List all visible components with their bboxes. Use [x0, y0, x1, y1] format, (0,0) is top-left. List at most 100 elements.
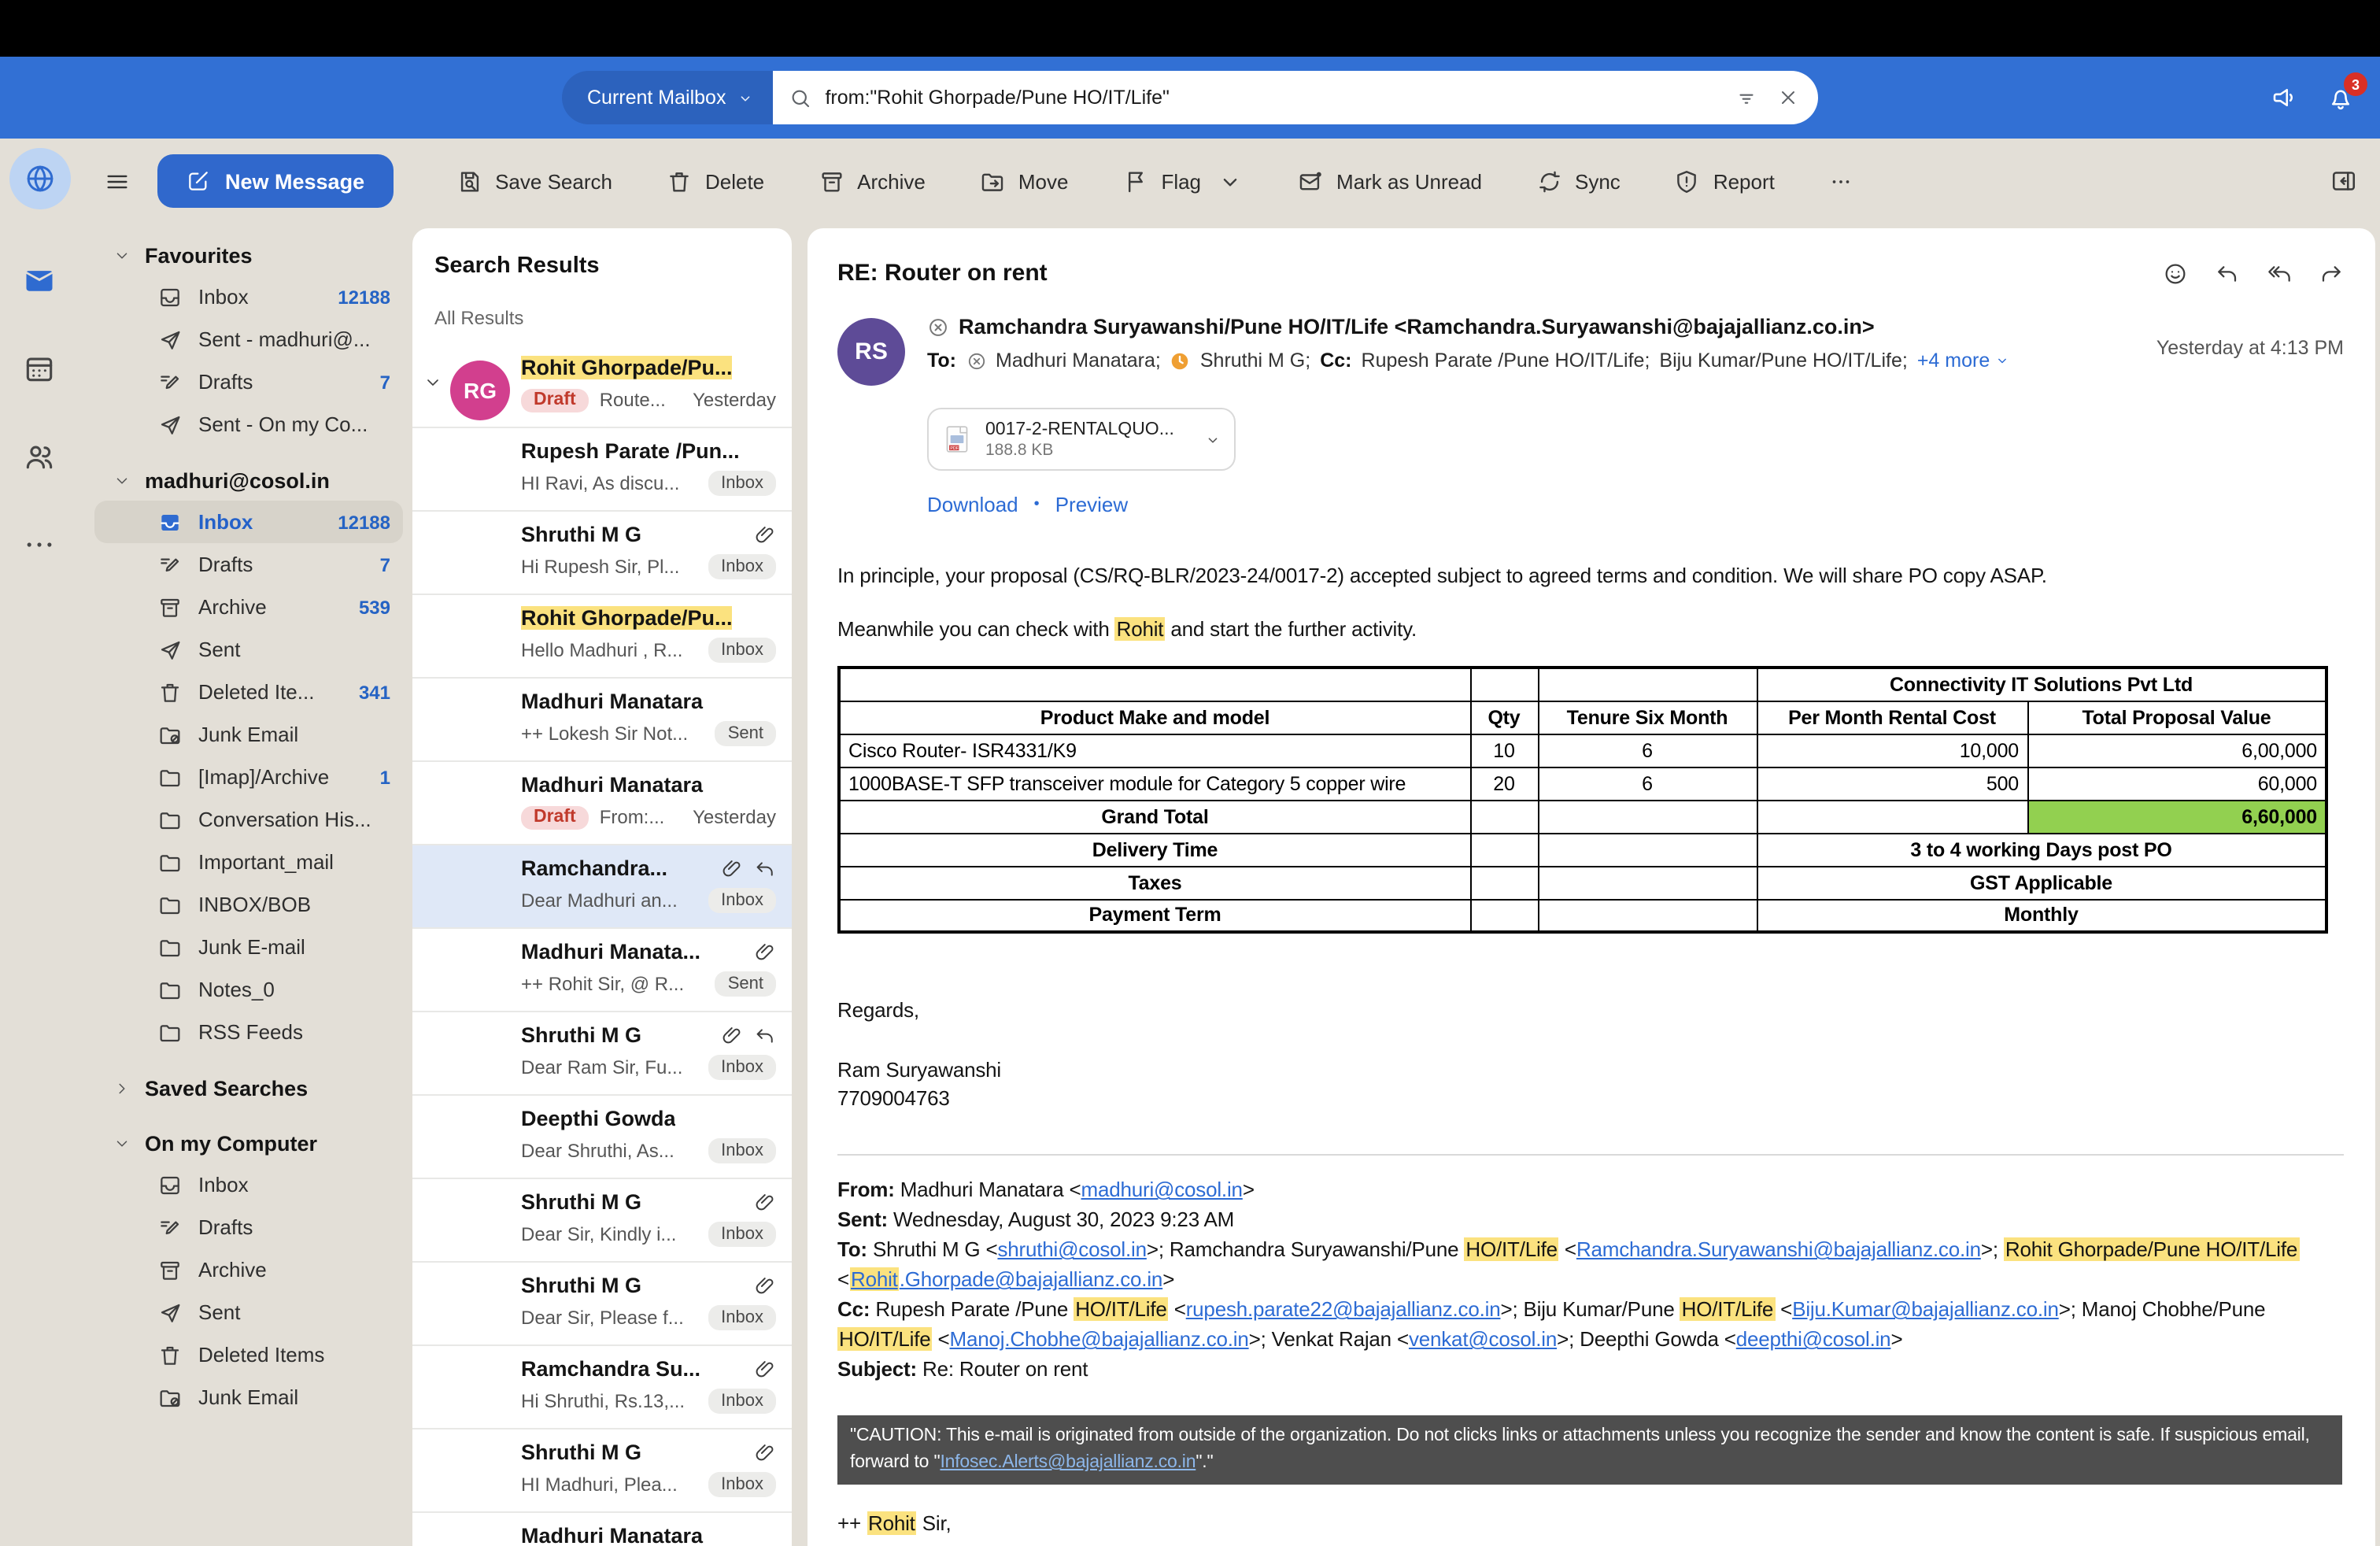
notifications-bell-icon[interactable]: 3 [2326, 83, 2355, 112]
toolbar-sync-button[interactable]: Sync [1536, 168, 1621, 194]
search-input[interactable] [825, 87, 1722, 109]
message-list-item[interactable]: Madhuri Manatara++ Lokesh Sir Not...Sent [412, 677, 792, 760]
sidebar-item-deleted-ite-[interactable]: Deleted Ite...341 [94, 671, 403, 713]
mailbox-scope-selector[interactable]: Current Mailbox [562, 71, 773, 124]
email-link[interactable]: Rohit [849, 1267, 900, 1291]
sidebar-item-archive[interactable]: Archive [94, 1248, 403, 1291]
message-list-item[interactable]: Shruthi M GDear Sir, Please f...Inbox [412, 1261, 792, 1344]
email-link[interactable]: Ramchandra.Suryawanshi@bajajallianz.co.i… [1576, 1237, 1981, 1261]
sidebar-item-junk-email[interactable]: Junk Email [94, 713, 403, 756]
search-bar[interactable] [773, 71, 1818, 124]
download-link[interactable]: Download [927, 493, 1018, 516]
message-row-top: Shruthi M G [521, 1274, 776, 1297]
email-link[interactable]: madhuri@cosol.in [1081, 1178, 1243, 1201]
email-link[interactable]: deepthi@cosol.in [1736, 1327, 1891, 1351]
sidebar-section-madhuri-cosol-in[interactable]: madhuri@cosol.in [94, 461, 403, 501]
email-link[interactable]: +4 more [1917, 350, 2010, 372]
sidebar-item-inbox[interactable]: Inbox12188 [94, 501, 403, 543]
toolbar-save-search-button[interactable]: Save Search [456, 168, 612, 194]
attachment-chip[interactable]: PDF 0017-2-RENTALQUO... 188.8 KB [927, 408, 1236, 471]
email-link[interactable]: Manoj.Chobhe@bajajallianz.co.in [950, 1327, 1249, 1351]
message-preview: Dear Shruthi, As... [521, 1140, 674, 1162]
sidebar-item-junk-email[interactable]: Junk Email [94, 1376, 403, 1418]
toolbar-delete-button[interactable]: Delete [666, 168, 764, 194]
sidebar-item-sent-madhuri-[interactable]: Sent - madhuri@... [94, 318, 403, 361]
sidebar-item-rss-feeds[interactable]: RSS Feeds [94, 1011, 403, 1053]
new-message-button[interactable]: New Message [157, 154, 393, 208]
message-list-item[interactable]: Ramchandra...Dear Madhuri an...Inbox [412, 844, 792, 927]
sidebar-item-sent-on-my-co-[interactable]: Sent - On my Co... [94, 403, 403, 446]
forward-icon[interactable] [2319, 261, 2344, 286]
sidebar-item-drafts[interactable]: Drafts [94, 1206, 403, 1248]
message-preview: ++ Lokesh Sir Not... [521, 723, 688, 745]
attachment-options-icon[interactable] [1204, 431, 1221, 448]
message-list-item[interactable]: Madhuri ManataraDraftFrom:...Yesterday [412, 760, 792, 844]
message-list-item[interactable]: Ramchandra Su...Hi Shruthi, Rs.13,...Inb… [412, 1344, 792, 1428]
email-link[interactable]: venkat@cosol.in [1409, 1327, 1557, 1351]
sidebar-item-sent[interactable]: Sent [94, 628, 403, 671]
folder-icon [157, 807, 183, 832]
sidebar-item-inbox-bob[interactable]: INBOX/BOB [94, 883, 403, 926]
toolbar-more-button[interactable] [1828, 168, 1855, 194]
toolbar-archive-button[interactable]: Archive [818, 168, 926, 194]
message-row-bottom: Hi Rupesh Sir, Pl...Inbox [521, 553, 776, 581]
app-launcher-avatar[interactable] [9, 148, 70, 209]
reply-icon[interactable] [2215, 261, 2240, 286]
sidebar-item--imap-archive[interactable]: [Imap]/Archive1 [94, 756, 403, 798]
sidebar-item-inbox[interactable]: Inbox [94, 1163, 403, 1206]
sidebar-item-drafts[interactable]: Drafts7 [94, 361, 403, 403]
message-list-item[interactable]: Shruthi M GDear Ram Sir, Fu...Inbox [412, 1011, 792, 1094]
megaphone-icon[interactable] [2270, 83, 2298, 112]
toolbar-flag-button[interactable]: Flag [1122, 168, 1244, 194]
message-list-item[interactable]: Madhuri ManataraDear Rohit Sir, As...Sen… [412, 1511, 792, 1546]
message-list-item[interactable]: Shruthi M GDear Sir, Kindly i...Inbox [412, 1178, 792, 1261]
email-link[interactable]: Infosec.Alerts@bajajallianz.co.in [940, 1453, 1196, 1472]
sidebar-item-inbox[interactable]: Inbox12188 [94, 276, 403, 318]
all-results-filter[interactable]: All Results [412, 279, 792, 345]
email-link[interactable]: rupesh.parate22@bajajallianz.co.in [1186, 1297, 1501, 1321]
email-link[interactable]: shruthi@cosol.in [997, 1237, 1146, 1261]
rail-mail-icon[interactable] [22, 263, 57, 298]
emoji-reaction-icon[interactable] [2163, 261, 2188, 286]
message-list-item[interactable]: RGRohit Ghorpade/Pu...DraftRoute...Yeste… [412, 345, 792, 427]
thread-expander-icon[interactable] [423, 373, 442, 392]
sender-avatar[interactable]: RS [837, 318, 905, 386]
sidebar-item-conversation-his-[interactable]: Conversation His... [94, 798, 403, 841]
message-list-item[interactable]: Shruthi M GHI Madhuri, Plea...Inbox [412, 1428, 792, 1511]
toolbar-report-button[interactable]: Report [1674, 168, 1775, 194]
preview-link[interactable]: Preview [1055, 493, 1129, 516]
rail-people-icon[interactable] [22, 439, 57, 474]
sidebar-section-favourites[interactable]: Favourites [94, 236, 403, 276]
sidebar-item-junk-e-mail[interactable]: Junk E-mail [94, 926, 403, 968]
sidebar-section-saved-searches[interactable]: Saved Searches [94, 1069, 403, 1108]
message-list-item[interactable]: Shruthi M GHi Rupesh Sir, Pl...Inbox [412, 510, 792, 594]
toolbar-move-button[interactable]: Move [979, 168, 1069, 194]
message-list-item[interactable]: Madhuri Manata...++ Rohit Sir, @ R...Sen… [412, 927, 792, 1011]
sidebar-item-drafts[interactable]: Drafts7 [94, 543, 403, 586]
reply-all-icon[interactable] [2267, 261, 2292, 286]
move-icon [979, 168, 1006, 194]
compose-icon [186, 168, 211, 194]
sidebar-section-on-my-computer[interactable]: On my Computer [94, 1124, 403, 1163]
sidebar-item-important-mail[interactable]: Important_mail [94, 841, 403, 883]
email-link[interactable]: Biju.Kumar@bajajallianz.co.in [1792, 1297, 2059, 1321]
toolbar-mark-as-unread-button[interactable]: Mark as Unread [1297, 168, 1482, 194]
message-list-item[interactable]: Rohit Ghorpade/Pu...Hello Madhuri , R...… [412, 594, 792, 677]
recipients-line: To:Madhuri Manatara;Shruthi M G;Cc:Rupes… [927, 350, 2156, 372]
filter-icon[interactable] [1735, 86, 1758, 109]
hamburger-menu-icon[interactable] [104, 168, 131, 194]
rail-more-apps-icon[interactable] [22, 527, 57, 562]
sidebar-item-notes-0[interactable]: Notes_0 [94, 968, 403, 1011]
clear-search-icon[interactable] [1777, 87, 1799, 109]
sidebar-item-archive[interactable]: Archive539 [94, 586, 403, 628]
sidebar-item-sent[interactable]: Sent [94, 1291, 403, 1333]
collapse-panel-icon[interactable] [2330, 167, 2358, 195]
message-list-item[interactable]: Deepthi GowdaDear Shruthi, As...Inbox [412, 1094, 792, 1178]
email-link[interactable]: .Ghorpade@bajajallianz.co.in [900, 1267, 1162, 1291]
attachment-name: 0017-2-RENTALQUO... [985, 420, 1192, 438]
tray-solid-icon [157, 509, 183, 534]
rail-calendar-icon[interactable] [22, 351, 57, 386]
table-cell [1538, 833, 1757, 866]
sidebar-item-deleted-items[interactable]: Deleted Items [94, 1333, 403, 1376]
message-list-item[interactable]: Rupesh Parate /Pun...HI Ravi, As discu..… [412, 427, 792, 510]
